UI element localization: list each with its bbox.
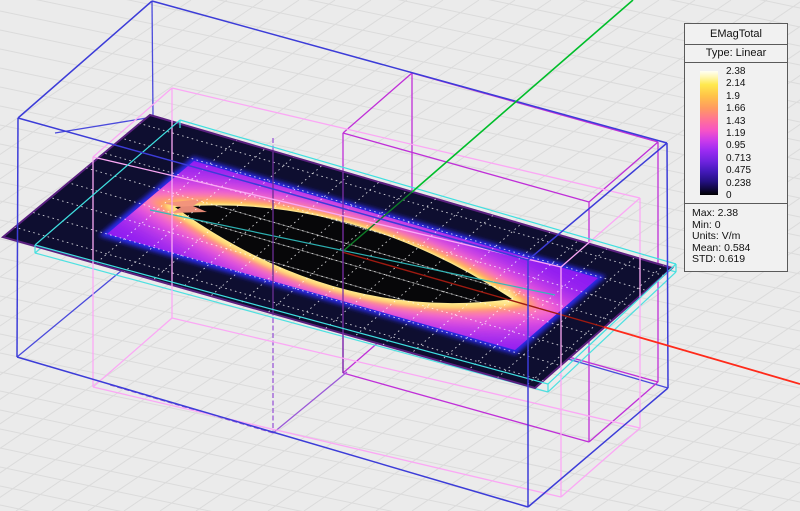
scale-value: 1.19 [726, 128, 745, 139]
scale-value: 1.66 [726, 103, 745, 114]
scale-value: 0.238 [726, 178, 751, 189]
legend-colorbar-section: 2.382.14 1.91.66 1.431.190.95 0.7130.475 0.2… [685, 63, 787, 204]
legend-panel[interactable]: EMagTotal Type: Linear 2.382.14 1.91.66 1.… [684, 23, 788, 272]
scale-value: 1.43 [726, 116, 745, 127]
scale-value: 0.713 [726, 153, 751, 164]
scale-value: 1.9 [726, 91, 740, 102]
scene-canvas[interactable] [0, 0, 800, 511]
colorbar-gradient [700, 71, 718, 195]
legend-scale-type: Type: Linear [685, 45, 787, 63]
scale-value: 2.38 [726, 66, 745, 77]
scale-value: 0 [726, 190, 732, 201]
scale-value: 0.475 [726, 165, 751, 176]
legend-title: EMagTotal [685, 24, 787, 45]
scale-value: 2.14 [726, 78, 745, 89]
legend-stat: STD: 0.619 [692, 254, 783, 266]
legend-stat: Max: 2.38 [692, 208, 783, 220]
scale-value: 0.95 [726, 140, 745, 151]
3d-modeler-viewport[interactable]: EMagTotal Type: Linear 2.382.14 1.91.66 1.… [0, 0, 800, 511]
legend-stat: Units: V/m [692, 231, 783, 243]
legend-stats: Max: 2.38Min: 0Units: V/mMean: 0.584STD:… [685, 204, 787, 271]
